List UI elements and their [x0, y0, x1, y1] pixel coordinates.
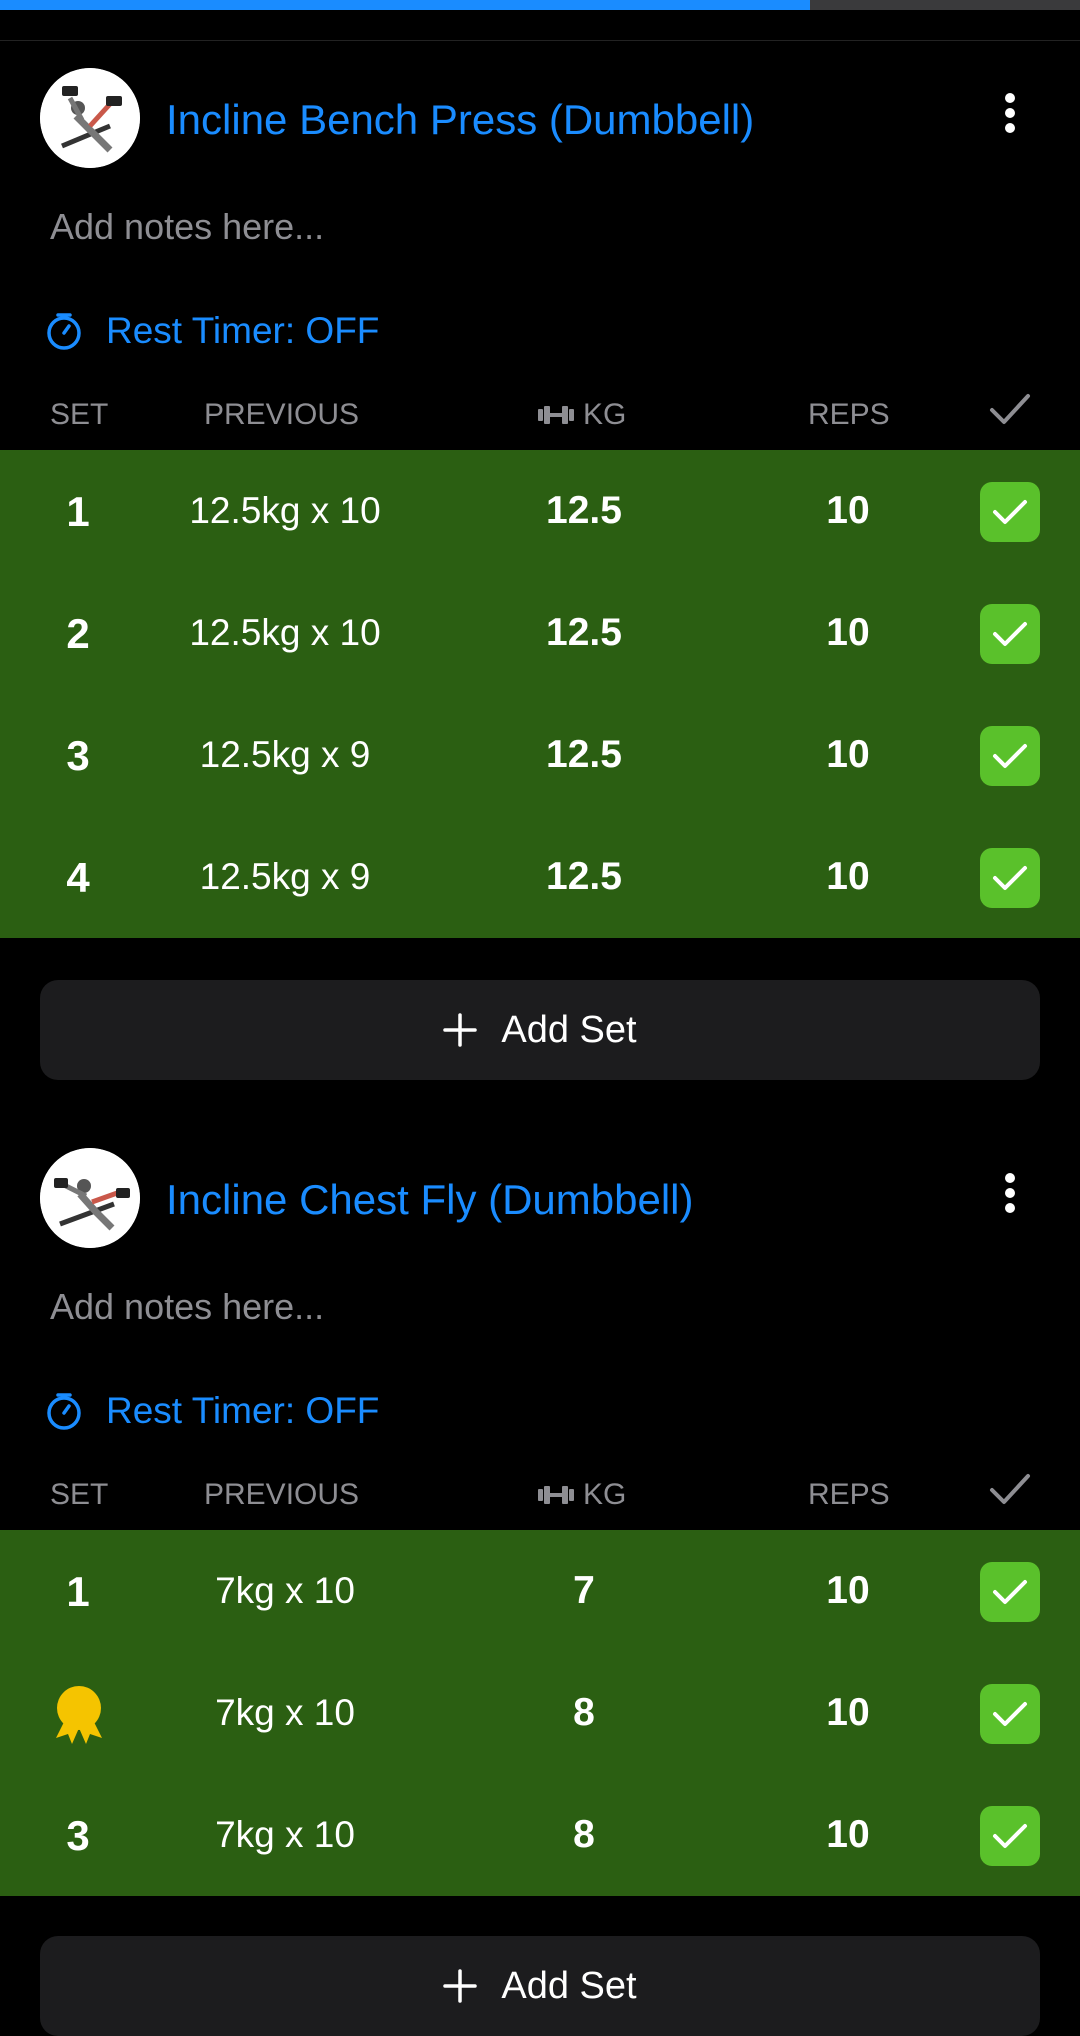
reps-input[interactable]: 10 — [748, 489, 948, 533]
column-kg-label: KG — [583, 1478, 627, 1511]
set-row: 1 7kg x 10 7 10 — [0, 1530, 1080, 1652]
divider — [0, 40, 1080, 41]
stopwatch-icon — [47, 1393, 81, 1430]
previous-value[interactable]: 12.5kg x 10 — [160, 490, 410, 532]
exercise-card: Incline Bench Press (Dumbbell) Add notes… — [0, 58, 1080, 1080]
more-options-icon[interactable] — [990, 88, 1030, 148]
checkmark-icon — [993, 744, 1027, 768]
add-set-label: Add Set — [501, 1008, 637, 1051]
exercise-header: Incline Bench Press (Dumbbell) — [0, 58, 1080, 178]
add-set-button[interactable]: Add Set — [40, 980, 1040, 1080]
column-previous: PREVIOUS — [204, 1478, 360, 1511]
exercise-title[interactable]: Incline Bench Press (Dumbbell) — [166, 96, 754, 144]
rest-timer-button[interactable]: Rest Timer: OFF — [44, 1386, 379, 1436]
plus-icon — [443, 1013, 478, 1047]
sets-table: 1 12.5kg x 10 12.5 10 2 12.5kg x 10 12.5… — [0, 450, 1080, 938]
kg-input[interactable]: 12.5 — [484, 733, 684, 777]
column-reps: REPS — [808, 398, 890, 431]
checkmark-icon — [993, 1824, 1027, 1848]
set-row: 1 12.5kg x 10 12.5 10 — [0, 450, 1080, 572]
set-number[interactable]: 4 — [0, 854, 156, 902]
reps-input[interactable]: 10 — [748, 1691, 948, 1735]
complete-set-checkbox[interactable] — [980, 482, 1040, 542]
add-set-label: Add Set — [501, 1964, 637, 2007]
column-reps: REPS — [808, 1478, 890, 1511]
set-row: 4 12.5kg x 9 12.5 10 — [0, 816, 1080, 938]
complete-set-checkbox[interactable] — [980, 1562, 1040, 1622]
dumbbell-icon — [538, 1486, 574, 1504]
sets-column-headers: SET PREVIOUS KG REPS — [0, 1464, 1080, 1524]
complete-set-checkbox[interactable] — [980, 1684, 1040, 1744]
previous-value[interactable]: 7kg x 10 — [160, 1692, 410, 1734]
reps-input[interactable]: 10 — [748, 611, 948, 655]
exercise-thumbnail-image[interactable] — [40, 68, 140, 168]
checkmark-icon — [993, 866, 1027, 890]
complete-set-checkbox[interactable] — [980, 726, 1040, 786]
checkmark-icon — [993, 1580, 1027, 1604]
sets-table: 1 7kg x 10 7 10 7kg x 10 8 10 3 7kg x 10 — [0, 1530, 1080, 1896]
add-set-button[interactable]: Add Set — [40, 1936, 1040, 2036]
more-options-icon[interactable] — [990, 1168, 1030, 1228]
set-number[interactable]: 1 — [0, 488, 156, 536]
sets-column-headers: SET PREVIOUS KG REPS — [0, 384, 1080, 444]
kg-input[interactable]: 8 — [484, 1813, 684, 1857]
set-row: 3 7kg x 10 8 10 — [0, 1774, 1080, 1896]
kg-input[interactable]: 12.5 — [484, 855, 684, 899]
exercise-card: Incline Chest Fly (Dumbbell) Add notes h… — [0, 1138, 1080, 2036]
exercise-header: Incline Chest Fly (Dumbbell) — [0, 1138, 1080, 1258]
set-number[interactable]: 1 — [0, 1568, 156, 1616]
workout-progress-bar — [0, 0, 1080, 10]
checkmark-icon — [993, 500, 1027, 524]
previous-value[interactable]: 7kg x 10 — [160, 1814, 410, 1856]
column-kg: KG — [537, 1478, 626, 1512]
complete-set-checkbox[interactable] — [980, 1806, 1040, 1866]
kg-input[interactable]: 7 — [484, 1569, 684, 1613]
reps-input[interactable]: 10 — [748, 855, 948, 899]
checkmark-icon — [988, 1472, 1032, 1516]
rest-timer-label: Rest Timer: OFF — [106, 310, 380, 351]
previous-value[interactable]: 12.5kg x 10 — [160, 612, 410, 654]
workout-progress-fill — [0, 0, 810, 10]
rest-timer-label: Rest Timer: OFF — [106, 1390, 380, 1431]
plus-icon — [443, 1969, 478, 2003]
reps-input[interactable]: 10 — [748, 1813, 948, 1857]
notes-input[interactable]: Add notes here... — [50, 206, 324, 248]
previous-value[interactable]: 12.5kg x 9 — [160, 734, 410, 776]
checkmark-icon — [988, 392, 1032, 436]
column-kg-label: KG — [583, 398, 627, 431]
checkmark-icon — [993, 622, 1027, 646]
column-previous: PREVIOUS — [204, 398, 360, 431]
set-row: 3 12.5kg x 9 12.5 10 — [0, 694, 1080, 816]
column-kg: KG — [537, 398, 626, 432]
kg-input[interactable]: 12.5 — [484, 611, 684, 655]
kg-input[interactable]: 8 — [484, 1691, 684, 1735]
set-number[interactable]: 3 — [0, 732, 156, 780]
set-number[interactable]: 3 — [0, 1812, 156, 1860]
complete-set-checkbox[interactable] — [980, 604, 1040, 664]
previous-value[interactable]: 7kg x 10 — [160, 1570, 410, 1612]
checkmark-icon — [993, 1702, 1027, 1726]
set-row: 7kg x 10 8 10 — [0, 1652, 1080, 1774]
column-set: SET — [50, 1478, 109, 1511]
reps-input[interactable]: 10 — [748, 733, 948, 777]
notes-input[interactable]: Add notes here... — [50, 1286, 324, 1328]
reps-input[interactable]: 10 — [748, 1569, 948, 1613]
set-row: 2 12.5kg x 10 12.5 10 — [0, 572, 1080, 694]
column-set: SET — [50, 398, 109, 431]
exercise-thumbnail-image[interactable] — [40, 1148, 140, 1248]
dumbbell-icon — [538, 406, 574, 424]
kg-input[interactable]: 12.5 — [484, 489, 684, 533]
previous-value[interactable]: 12.5kg x 9 — [160, 856, 410, 898]
complete-set-checkbox[interactable] — [980, 848, 1040, 908]
stopwatch-icon — [47, 313, 81, 350]
set-number[interactable]: 2 — [0, 610, 156, 658]
exercise-title[interactable]: Incline Chest Fly (Dumbbell) — [166, 1176, 694, 1224]
rest-timer-button[interactable]: Rest Timer: OFF — [44, 306, 379, 356]
medal-icon[interactable] — [52, 1684, 106, 1744]
